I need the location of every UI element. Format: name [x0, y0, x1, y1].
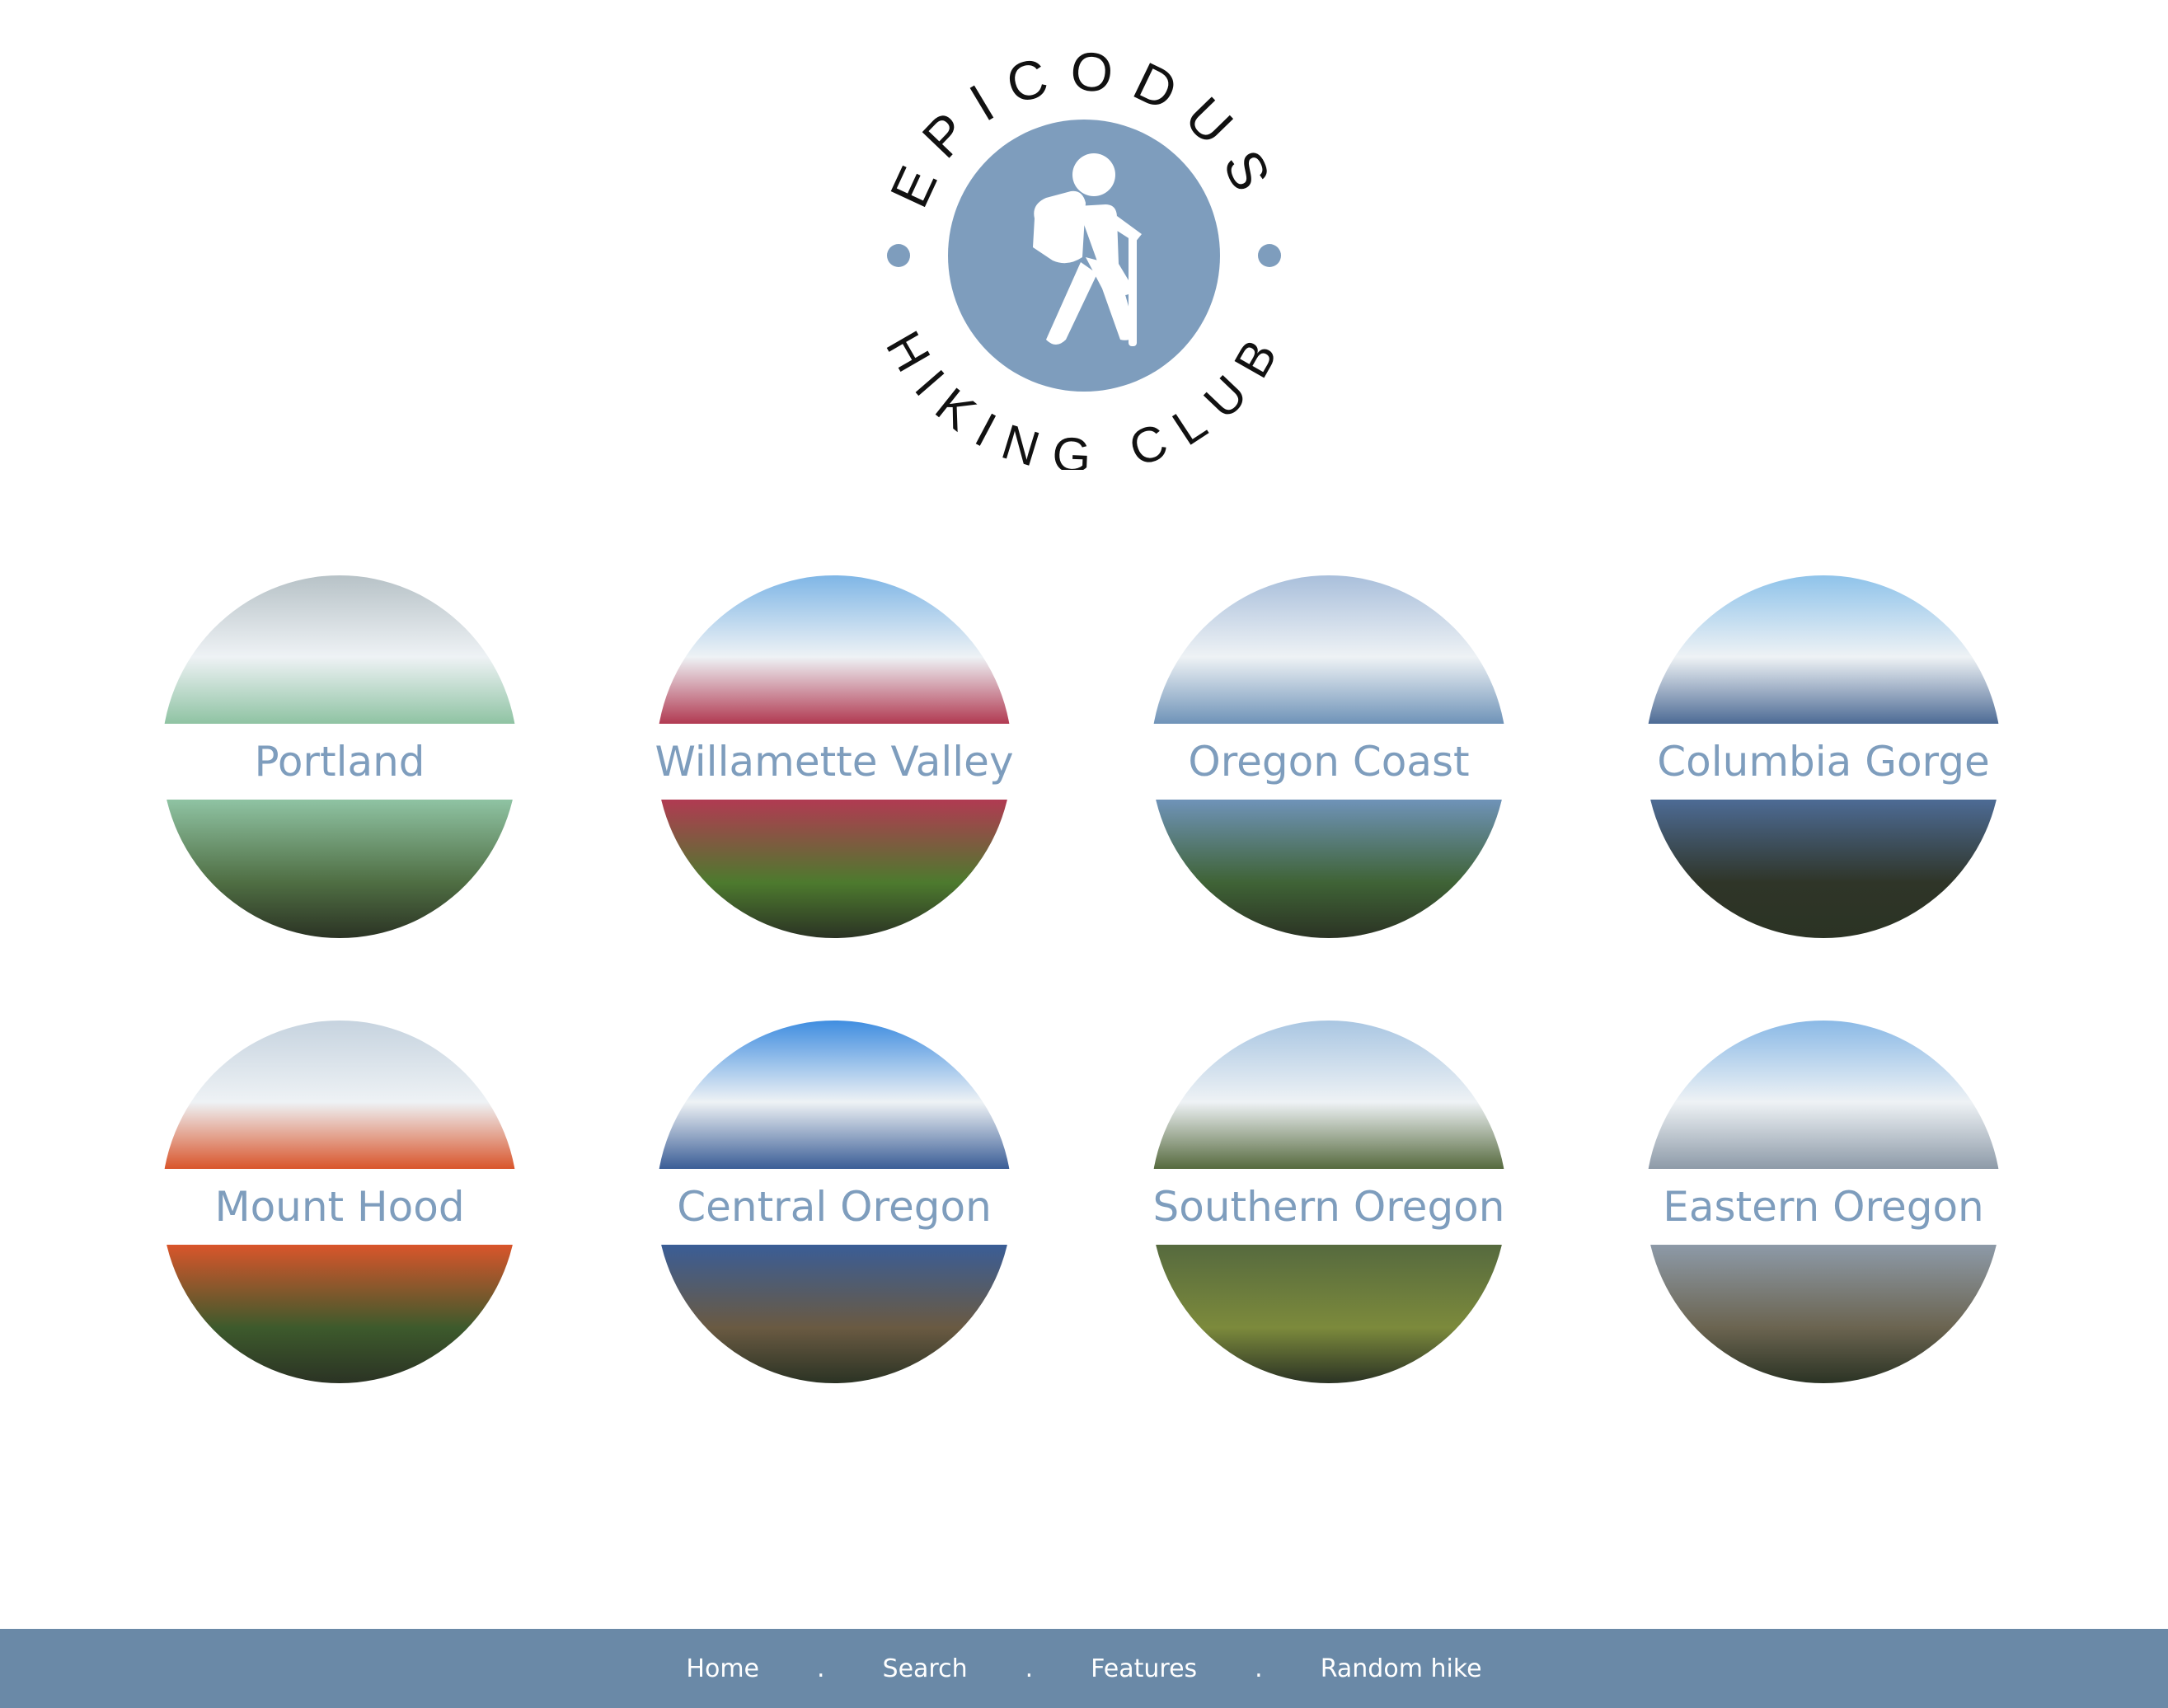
region-label: Portland	[254, 738, 425, 786]
nav-search-link[interactable]: Search	[875, 1654, 976, 1683]
region-tile-oregon-coast[interactable]: Oregon Coast	[1151, 575, 1507, 938]
region-tile-willamette-valley[interactable]: Willamette Valley	[655, 575, 1014, 938]
region-photo-sky	[1151, 1021, 1507, 1169]
region-label: Eastern Oregon	[1663, 1183, 1984, 1231]
region-photo-ground	[1151, 1245, 1507, 1383]
region-photo-ground	[656, 1245, 1012, 1383]
region-tile-eastern-oregon[interactable]: Eastern Oregon	[1645, 1021, 2001, 1383]
region-label: Mount Hood	[214, 1183, 465, 1231]
footer-nav: Home . Search . Features . Random hike	[0, 1629, 2168, 1708]
region-label: Central Oregon	[677, 1183, 992, 1231]
region-label: Oregon Coast	[1188, 738, 1470, 786]
region-photo-ground	[1151, 800, 1507, 938]
region-tile-southern-oregon[interactable]: Southern Oregon	[1151, 1021, 1507, 1383]
region-photo-sky	[656, 1021, 1012, 1169]
nav-random-hike-link[interactable]: Random hike	[1312, 1654, 1490, 1683]
region-photo-sky	[162, 1021, 518, 1169]
region-photo-sky	[1151, 575, 1507, 724]
region-photo-ground	[1645, 1245, 2001, 1383]
region-tile-columbia-gorge[interactable]: Columbia Gorge	[1645, 575, 2001, 938]
region-photo-ground	[162, 1245, 518, 1383]
region-label: Willamette Valley	[655, 738, 1014, 786]
region-label: Columbia Gorge	[1657, 738, 1990, 786]
region-photo-ground	[162, 800, 518, 938]
region-grid: Portland Willamette Valley Oregon Coast Col…	[0, 0, 2168, 1566]
nav-separator: .	[1025, 1654, 1034, 1683]
region-photo-sky	[1645, 1021, 2001, 1169]
nav-separator: .	[817, 1654, 825, 1683]
nav-features-link[interactable]: Features	[1082, 1654, 1205, 1683]
page: EPICODUS HIKING CLUB Portland Willamette …	[0, 0, 2168, 1708]
region-photo-ground	[656, 800, 1012, 938]
region-label: Southern Oregon	[1152, 1183, 1505, 1231]
region-photo-sky	[656, 575, 1012, 724]
region-tile-mount-hood[interactable]: Mount Hood	[162, 1021, 518, 1383]
nav-separator: .	[1255, 1654, 1263, 1683]
region-photo-sky	[1645, 575, 2001, 724]
region-tile-central-oregon[interactable]: Central Oregon	[656, 1021, 1012, 1383]
region-tile-portland[interactable]: Portland	[162, 575, 518, 938]
region-photo-sky	[162, 575, 518, 724]
region-photo-ground	[1645, 800, 2001, 938]
nav-home-link[interactable]: Home	[678, 1654, 767, 1683]
